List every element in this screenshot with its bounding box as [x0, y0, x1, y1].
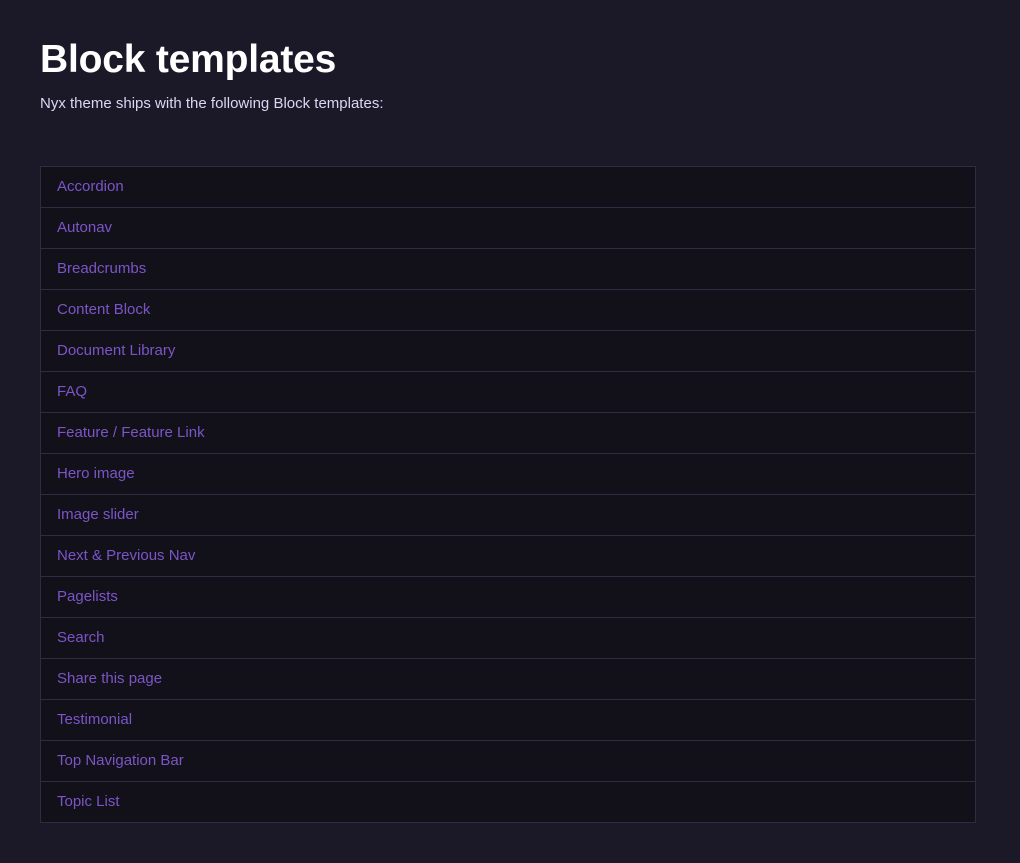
intro-text: Nyx theme ships with the following Block… — [40, 95, 384, 112]
list-item: Share this page — [41, 658, 975, 699]
list-item: Pagelists — [41, 576, 975, 617]
list-item: Top Navigation Bar — [41, 740, 975, 781]
template-link-document-library[interactable]: Document Library — [57, 341, 175, 361]
template-link-breadcrumbs[interactable]: Breadcrumbs — [57, 259, 146, 279]
template-link-accordion[interactable]: Accordion — [57, 177, 124, 197]
list-item: Autonav — [41, 207, 975, 248]
template-link-hero-image[interactable]: Hero image — [57, 464, 135, 484]
template-link-image-slider[interactable]: Image slider — [57, 505, 139, 525]
template-link-feature[interactable]: Feature / Feature Link — [57, 423, 205, 443]
template-link-pagelists[interactable]: Pagelists — [57, 587, 118, 607]
template-link-next-previous-nav[interactable]: Next & Previous Nav — [57, 546, 195, 566]
page-title: Block templates — [40, 38, 337, 81]
template-link-testimonial[interactable]: Testimonial — [57, 710, 132, 730]
template-link-autonav[interactable]: Autonav — [57, 218, 112, 238]
template-link-search[interactable]: Search — [57, 628, 105, 648]
list-item: Document Library — [41, 330, 975, 371]
list-item: Accordion — [41, 167, 975, 207]
list-item: Search — [41, 617, 975, 658]
list-item: Image slider — [41, 494, 975, 535]
list-item: FAQ — [41, 371, 975, 412]
template-link-faq[interactable]: FAQ — [57, 382, 87, 402]
list-item: Next & Previous Nav — [41, 535, 975, 576]
list-item: Topic List — [41, 781, 975, 822]
list-item: Feature / Feature Link — [41, 412, 975, 453]
template-link-share-this-page[interactable]: Share this page — [57, 669, 162, 689]
template-link-topic-list[interactable]: Topic List — [57, 792, 120, 812]
list-item: Content Block — [41, 289, 975, 330]
list-item: Hero image — [41, 453, 975, 494]
block-templates-list: Accordion Autonav Breadcrumbs Content Bl… — [40, 166, 976, 823]
template-link-content-block[interactable]: Content Block — [57, 300, 150, 320]
template-link-top-navigation-bar[interactable]: Top Navigation Bar — [57, 751, 184, 771]
list-item: Testimonial — [41, 699, 975, 740]
list-item: Breadcrumbs — [41, 248, 975, 289]
